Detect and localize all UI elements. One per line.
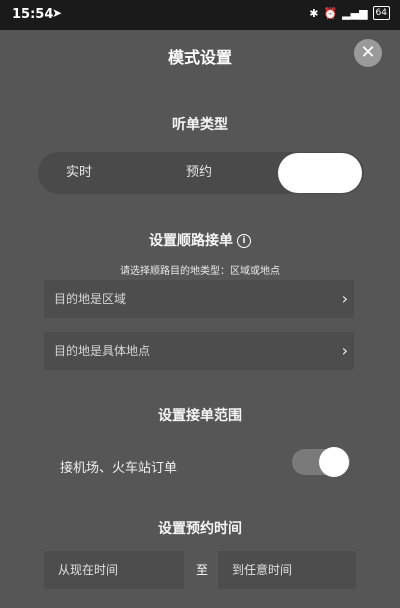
bluetooth-icon: ✱ (309, 6, 319, 20)
booking-time-title: 设置预约时间 (158, 521, 242, 537)
close-button[interactable]: ✕ (354, 39, 382, 67)
close-icon: ✕ (360, 42, 376, 63)
to-label: 至 (195, 563, 208, 577)
navigation-icon: ➤ (52, 6, 63, 20)
battery-indicator: 64 (372, 6, 390, 20)
route-subtitle: 请选择顺路目的地类型：区域或地点 (120, 266, 280, 277)
airport-orders-label: 接机场、火车站订单 (60, 461, 178, 476)
page-title: 模式设置 (167, 48, 232, 67)
destination-area-label: 目的地是区域 (54, 292, 127, 306)
to-time-field[interactable]: 到任意时间 (218, 551, 356, 589)
chevron-right-icon: › (341, 341, 348, 360)
status-icons: ✱ ⏰ ▂▄▆ 64 (309, 6, 390, 20)
chevron-right-icon: › (341, 289, 348, 308)
route-section-title: 设置顺路接单 i (0, 230, 400, 250)
from-time-field[interactable]: 从现在时间 (44, 551, 184, 589)
order-type-segmented-control: 实时 预约 (38, 152, 364, 194)
signal-icon: ▂▄▆ (342, 6, 368, 20)
destination-place-row[interactable]: 目的地是具体地点 › (44, 332, 354, 370)
airport-orders-toggle[interactable] (292, 447, 350, 477)
segment-option-booking[interactable]: 预约 (186, 152, 212, 194)
destination-place-label: 目的地是具体地点 (54, 344, 151, 358)
destination-area-row[interactable]: 目的地是区域 › (44, 280, 354, 318)
range-section-title: 设置接单范围 (158, 408, 242, 424)
status-time: 15:54 (12, 7, 54, 22)
info-icon[interactable]: i (237, 234, 251, 248)
order-type-title: 听单类型 (172, 117, 228, 133)
route-title-text: 设置顺路接单 (149, 233, 233, 249)
status-bar: 15:54 ➤ ✱ ⏰ ▂▄▆ 64 (0, 0, 400, 30)
toggle-knob (319, 447, 349, 477)
segment-option-selected[interactable] (278, 153, 362, 193)
segment-option-realtime[interactable]: 实时 (66, 152, 92, 194)
alarm-icon: ⏰ (323, 6, 338, 20)
